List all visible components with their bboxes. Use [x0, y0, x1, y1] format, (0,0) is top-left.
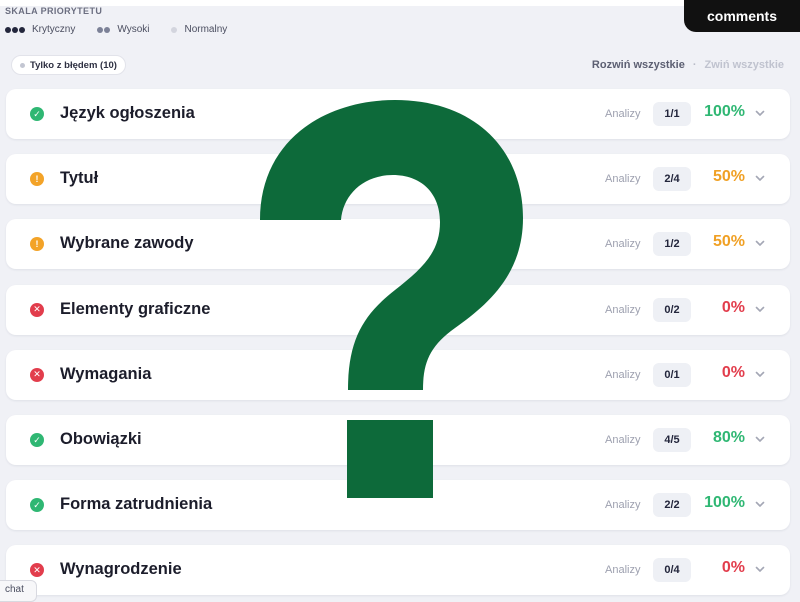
chat-tab[interactable]: chat	[0, 580, 37, 602]
warning-circle-icon: !	[30, 172, 44, 187]
chevron-down-icon[interactable]	[754, 172, 766, 184]
analyses-label: Analizy	[605, 368, 641, 381]
analyses-count-badge: 0/1	[653, 362, 691, 387]
analyses-label: Analizy	[605, 564, 641, 577]
warning-circle-icon: !	[30, 237, 44, 252]
errors-only-filter-chip[interactable]: Tylko z błędem (10)	[11, 55, 126, 75]
row-title: Obowiązki	[60, 430, 142, 448]
row-title: Forma zatrudnienia	[60, 495, 213, 514]
score-percent: 0%	[721, 298, 745, 316]
priority-legend: Krytyczny Wysoki Normalny	[5, 24, 249, 35]
legend-item-normal: Normalny	[171, 24, 227, 35]
error-circle-icon: ✕	[30, 563, 44, 578]
analyses-label: Analizy	[605, 108, 641, 120]
legend-item-high: Wysoki	[97, 24, 149, 35]
chevron-down-icon[interactable]	[754, 107, 766, 119]
row-title: Wymagania	[60, 364, 152, 383]
analyses-label: Analizy	[605, 238, 641, 251]
analyses-count-badge: 2/4	[653, 167, 691, 192]
check-circle-icon: ✓	[30, 498, 44, 513]
score-percent: 50%	[712, 233, 745, 251]
check-circle-icon: ✓	[30, 107, 44, 121]
chevron-down-icon[interactable]	[754, 563, 766, 575]
analyses-label: Analizy	[605, 434, 641, 446]
analyses-label: Analizy	[605, 303, 641, 316]
analysis-row[interactable]: ✓ Język ogłoszenia Analizy 1/1 100%	[6, 89, 790, 139]
error-circle-icon: ✕	[30, 367, 44, 382]
analyses-count-badge: 1/2	[653, 232, 691, 257]
analysis-row[interactable]: ! Tytuł Analizy 2/4 50%	[6, 154, 790, 205]
analysis-row[interactable]: ✕ Wymagania Analizy 0/1 0%	[6, 349, 790, 400]
expand-all-button[interactable]: Rozwiń wszystkie	[592, 59, 685, 71]
expand-controls: Rozwiń wszystkie · Zwiń wszystkie	[592, 59, 784, 71]
priority-scale-title: SKALA PRIORYTETU	[5, 6, 103, 16]
row-title: Tytuł	[60, 169, 99, 188]
chevron-down-icon[interactable]	[754, 498, 766, 510]
analysis-row[interactable]: ✓ Forma zatrudnienia Analizy 2/2 100%	[6, 480, 790, 531]
analysis-row[interactable]: ! Wybrane zawody Analizy 1/2 50%	[6, 219, 790, 270]
critical-dots-icon	[5, 26, 26, 33]
analyses-count-badge: 2/2	[653, 493, 691, 518]
analyses-count-badge: 0/2	[653, 297, 691, 322]
row-title: Wynagrodzenie	[60, 560, 182, 579]
score-percent: 0%	[721, 363, 745, 381]
analysis-row[interactable]: ✓ Obowiązki Analizy 4/5 80%	[6, 415, 790, 465]
analysis-row[interactable]: ✕ Elementy graficzne Analizy 0/2 0%	[6, 284, 790, 335]
score-percent: 100%	[704, 103, 745, 120]
chevron-down-icon[interactable]	[754, 368, 766, 380]
row-title: Język ogłoszenia	[60, 104, 195, 122]
analyses-count-badge: 4/5	[653, 428, 691, 452]
analyses-label: Analizy	[605, 173, 641, 186]
legend-label: Wysoki	[117, 24, 150, 35]
normal-dots-icon	[171, 26, 178, 33]
analyses-label: Analizy	[605, 499, 641, 512]
collapse-all-button[interactable]: Zwiń wszystkie	[705, 59, 784, 71]
row-title: Elementy graficzne	[60, 299, 211, 318]
legend-label: Normalny	[184, 24, 228, 35]
check-circle-icon: ✓	[30, 433, 44, 447]
analyses-count-badge: 1/1	[653, 102, 691, 126]
chip-dot-icon	[20, 62, 25, 68]
error-circle-icon: ✕	[30, 302, 44, 317]
analysis-row[interactable]: ✕ Wynagrodzenie Analizy 0/4 0%	[6, 545, 790, 596]
separator: ·	[692, 59, 697, 71]
score-percent: 50%	[712, 168, 745, 186]
chevron-down-icon[interactable]	[754, 237, 766, 249]
score-percent: 80%	[712, 429, 745, 446]
high-dots-icon	[97, 26, 111, 33]
chevron-down-icon[interactable]	[754, 433, 766, 445]
score-percent: 100%	[704, 494, 745, 512]
legend-item-critical: Krytyczny	[5, 24, 75, 35]
filter-chip-label: Tylko z błędem (10)	[30, 59, 117, 71]
chevron-down-icon[interactable]	[754, 303, 766, 315]
top-strip	[0, 0, 800, 6]
row-title: Wybrane zawody	[60, 234, 194, 253]
score-percent: 0%	[721, 559, 745, 577]
comments-button[interactable]: comments	[684, 0, 800, 32]
legend-label: Krytyczny	[32, 24, 76, 35]
analyses-count-badge: 0/4	[653, 558, 691, 583]
